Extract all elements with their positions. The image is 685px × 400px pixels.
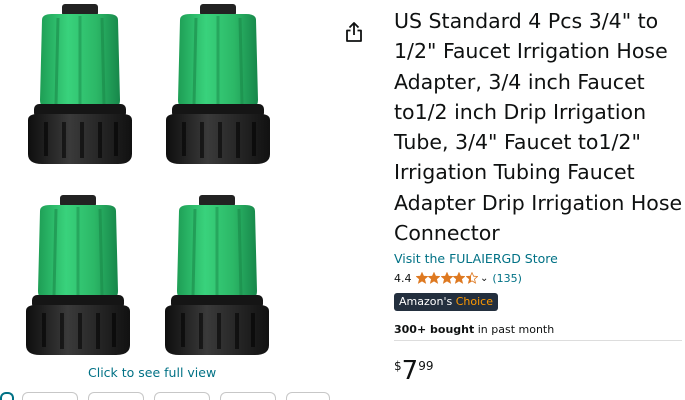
star-rating[interactable] [415,272,479,285]
product-image[interactable] [28,4,132,164]
amazons-choice-badge: Amazon's Choice [394,293,498,312]
thumbnail[interactable] [0,392,14,400]
thumbnail[interactable] [286,392,330,400]
product-info: US Standard 4 Pcs 3/4" to 1/2" Faucet Ir… [394,6,684,336]
image-gallery[interactable]: Click to see full view [0,0,330,400]
bought-count: 300+ bought [394,323,475,337]
thumbnail[interactable] [220,392,276,400]
price-whole: 7 [401,356,419,386]
rating-value: 4.4 [394,271,412,285]
price-symbol: $ [394,359,402,373]
ratings-count-link[interactable]: (135) [492,272,522,285]
thumbnail[interactable] [22,392,78,400]
share-icon[interactable] [343,20,365,44]
bought-in-past-month: 300+ bought in past month [394,323,684,336]
rating-row: 4.4 ⌄ (135) [394,270,684,286]
thumbnail-strip [0,392,330,400]
star-icon [428,272,440,285]
product-image[interactable] [26,195,130,355]
product-image[interactable] [166,4,270,164]
product-image[interactable] [165,195,269,355]
thumbnail[interactable] [154,392,210,400]
badge-choice: Choice [455,295,493,309]
store-link[interactable]: Visit the FULAIERGD Store [394,251,684,266]
bought-period: in past month [474,323,555,337]
chevron-down-icon[interactable]: ⌄ [480,273,488,284]
price: $799 [394,356,433,386]
see-full-view-link[interactable]: Click to see full view [88,365,216,380]
product-title: US Standard 4 Pcs 3/4" to 1/2" Faucet Ir… [394,9,683,246]
thumbnail[interactable] [88,392,144,400]
badge-prefix: Amazon's [399,295,453,309]
star-icon [465,272,478,285]
star-icon [415,272,428,285]
divider [394,340,682,341]
price-fraction: 99 [418,359,434,373]
star-icon [440,272,453,285]
star-icon [453,272,465,285]
